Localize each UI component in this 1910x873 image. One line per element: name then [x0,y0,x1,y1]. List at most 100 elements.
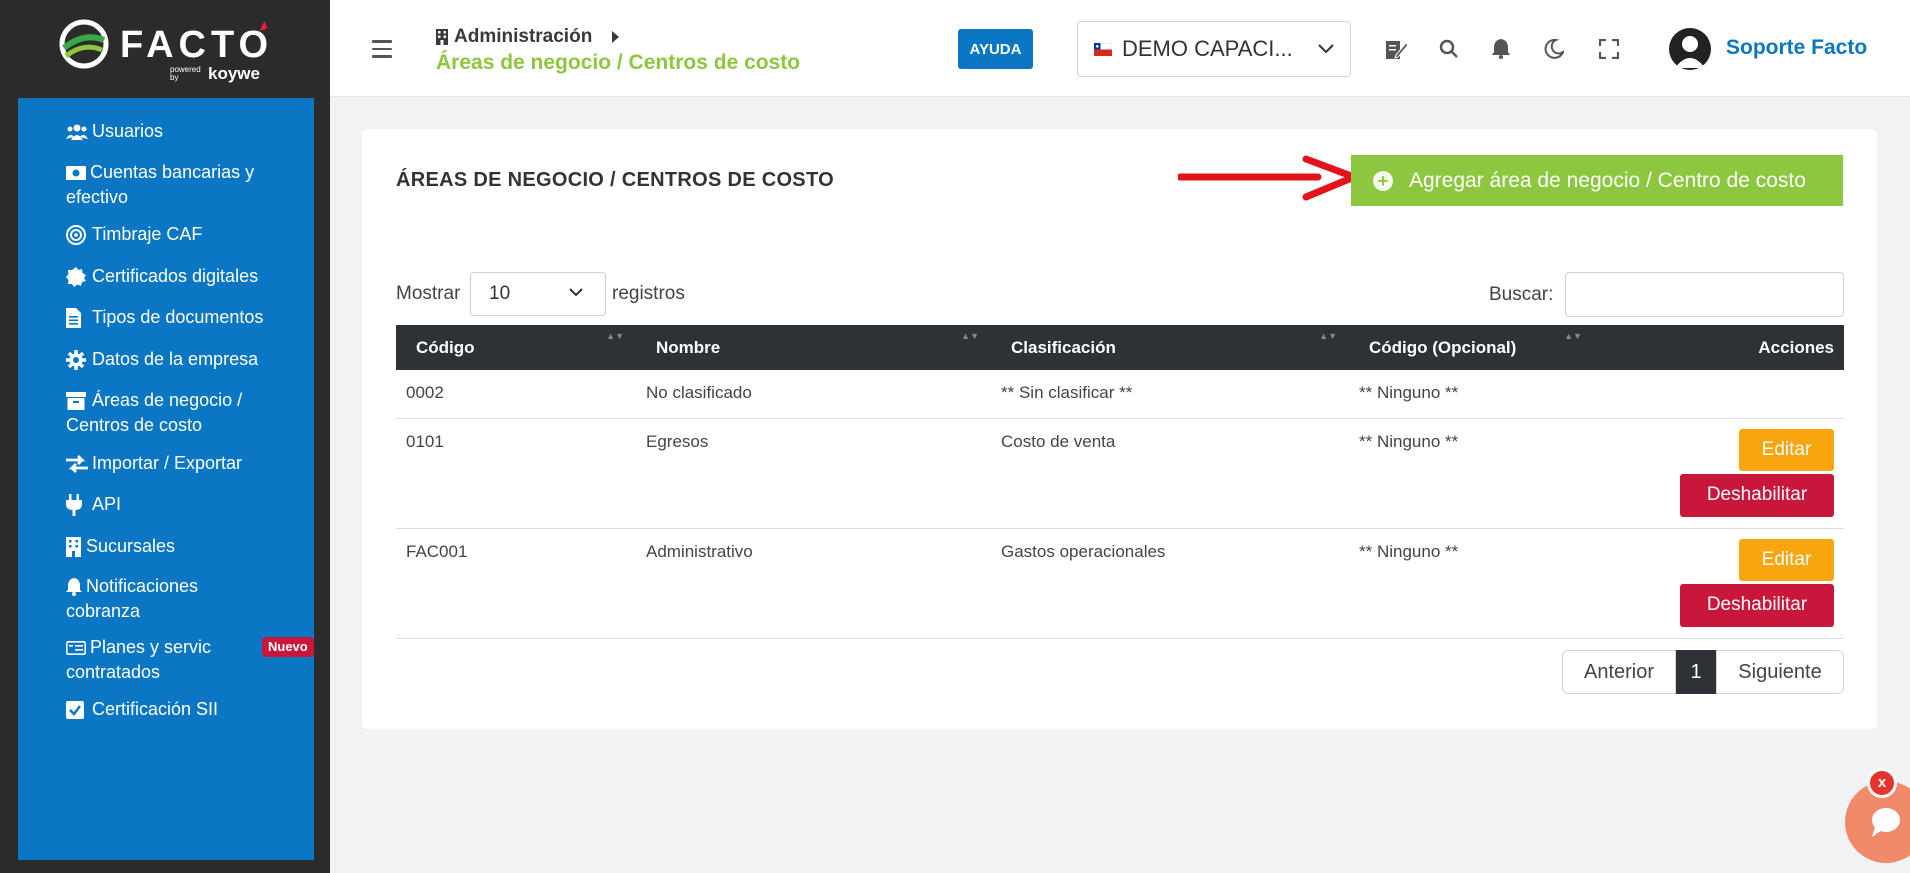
content-card: ÁREAS DE NEGOCIO / CENTROS DE COSTO + Ag… [362,129,1877,729]
page-size-value: 10 [489,283,511,304]
building-icon [66,534,86,559]
cell-acciones: Editar Deshabilitar [1594,418,1844,529]
sidebar: FACTO powered by koywe Usuarios Cuentas … [0,0,330,873]
brand-name: FACTO [120,24,274,66]
brand-powered: powered by [170,65,201,82]
search-input[interactable] [1565,272,1844,317]
sidebar-item-timbraje[interactable]: Timbraje CAF [66,222,306,247]
pagination-page-button[interactable]: 1 [1676,650,1716,694]
company-selector[interactable]: DEMO CAPACI... [1077,21,1351,77]
help-button[interactable]: AYUDA [958,29,1033,69]
company-name: DEMO CAPACI... [1122,36,1293,61]
column-header-codigo[interactable]: Código ▲▼ [396,325,636,370]
sidebar-item-label: Datos de la empresa [92,349,259,369]
red-arrow-annotation-icon [1178,155,1356,201]
column-label: Nombre [656,337,721,357]
cell-acciones: Editar Deshabilitar [1594,528,1844,639]
disable-button[interactable]: Deshabilitar [1680,583,1834,627]
chat-close-button[interactable]: x [1867,768,1897,798]
cost-centers-table: Código ▲▼ Nombre ▲▼ Clasificación ▲▼ Código… [396,325,1844,639]
sort-icon: ▲▼ [1564,331,1582,341]
search-icon[interactable] [1436,36,1462,62]
archive-icon [66,388,92,413]
sidebar-item-label-line2: contratados [66,662,161,682]
column-header-codigo-opcional[interactable]: Código (Opcional) ▲▼ [1349,325,1594,370]
cell-clasificacion: Gastos operacionales [991,528,1349,639]
page-title: Áreas de negocio / Centros de costo [436,51,801,74]
sidebar-item-notificaciones[interactable]: Notificaciones cobranza [66,574,266,624]
sidebar-item-datos-empresa[interactable]: Datos de la empresa [66,347,306,372]
column-label: Código (Opcional) [1369,337,1517,357]
brand-partner: koywe [208,64,260,83]
fullscreen-icon[interactable] [1596,36,1622,62]
logo-swirl-icon [59,19,109,69]
sidebar-item-importar-exportar[interactable]: Importar / Exportar [66,451,306,476]
column-header-clasificacion[interactable]: Clasificación ▲▼ [991,325,1349,370]
table-row: FAC001 Administrativo Gastos operacional… [396,528,1844,639]
section-title: ÁREAS DE NEGOCIO / CENTROS DE COSTO [396,169,834,191]
column-label: Código [416,337,475,357]
edit-button[interactable]: Editar [1739,538,1834,581]
sidebar-item-label: API [92,494,122,514]
new-badge: Nuevo [262,637,314,657]
sidebar-item-planes[interactable]: Planes y servic contratados Nuevo [66,635,314,685]
users-icon [66,119,92,144]
sidebar-item-areas-negocio[interactable]: Áreas de negocio / Centros de costo [66,388,276,438]
sidebar-item-label: Áreas de negocio / Centros de costo [66,390,243,435]
bell-icon[interactable] [1488,36,1514,62]
plug-icon [66,492,92,517]
target-icon [66,222,92,247]
pagination-previous-button[interactable]: Anterior [1562,650,1676,694]
records-label: registros [612,283,685,304]
chile-flag-icon [1094,42,1112,56]
edit-button[interactable]: Editar [1739,428,1834,471]
plus-circle-icon: + [1373,170,1393,191]
breadcrumb-parent[interactable]: Administración [454,26,592,48]
dark-mode-moon-icon[interactable] [1541,36,1567,62]
gear-icon [66,347,92,372]
sidebar-item-label: Timbraje CAF [92,224,203,244]
sidebar-item-label: Importar / Exportar [92,453,243,473]
disable-button[interactable]: Deshabilitar [1680,473,1834,517]
plan-card-icon [66,635,90,660]
sidebar-item-label: Sucursales [86,536,176,556]
facto-logo[interactable]: FACTO powered by koywe [58,16,278,84]
sidebar-item-tipos-documentos[interactable]: Tipos de documentos [66,305,306,330]
cell-codigo: 0002 [396,370,636,419]
sign-document-icon[interactable] [1384,36,1410,62]
sidebar-item-certificados[interactable]: Certificados digitales [66,264,306,289]
user-name[interactable]: Soporte Facto [1726,36,1867,60]
document-icon [66,305,92,330]
table-header-row: Código ▲▼ Nombre ▲▼ Clasificación ▲▼ Código… [396,325,1844,370]
show-label: Mostrar [396,283,461,304]
sidebar-menu: Usuarios Cuentas bancarias y efectivo Ti… [18,98,314,860]
caret-right-icon [612,31,620,43]
checkbox-icon [66,697,92,722]
pagination: Anterior 1 Siguiente [1562,650,1844,694]
cell-codigo-opcional: ** Ninguno ** [1349,370,1594,419]
page-size-select[interactable]: 10 [470,272,606,316]
bell-icon [66,574,86,599]
sidebar-item-cuentas[interactable]: Cuentas bancarias y efectivo [66,160,266,210]
column-header-nombre[interactable]: Nombre ▲▼ [636,325,991,370]
sidebar-item-certificacion-sii[interactable]: Certificación SII [66,697,306,722]
chevron-down-icon [569,288,583,297]
sidebar-item-usuarios[interactable]: Usuarios [66,119,306,144]
hamburger-menu-icon[interactable] [372,40,392,58]
cell-codigo: FAC001 [396,528,636,639]
sidebar-item-api[interactable]: API [66,492,306,517]
user-avatar-icon [1675,36,1705,68]
sort-icon: ▲▼ [961,331,979,341]
avatar[interactable] [1669,28,1711,70]
cell-nombre: Egresos [636,418,991,529]
column-header-acciones: Acciones [1594,325,1844,370]
sidebar-item-label: Usuarios [92,121,164,141]
sidebar-item-sucursales[interactable]: Sucursales [66,534,306,559]
cell-codigo-opcional: ** Ninguno ** [1349,418,1594,529]
top-header: Administración Áreas de negocio / Centro… [330,0,1910,97]
add-cost-center-button[interactable]: + Agregar área de negocio / Centro de co… [1351,155,1843,206]
pagination-next-button[interactable]: Siguiente [1716,650,1844,694]
cell-clasificacion: ** Sin clasificar ** [991,370,1349,419]
exchange-icon [66,451,92,476]
breadcrumb: Administración [436,26,624,48]
